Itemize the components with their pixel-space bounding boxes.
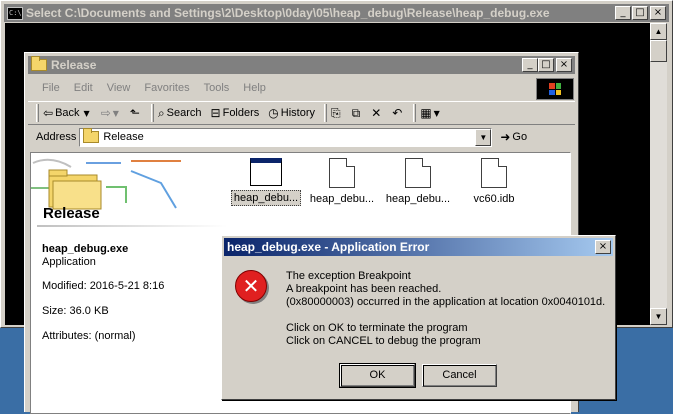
folders-label: Folders xyxy=(222,107,260,119)
go-label: Go xyxy=(512,131,528,143)
document-icon xyxy=(329,158,355,188)
file-item[interactable]: heap_debu... xyxy=(305,158,379,206)
move-to-icon: ⎘ xyxy=(331,105,341,120)
scroll-down-icon[interactable]: ▼ xyxy=(650,308,667,325)
history-label: History xyxy=(280,107,315,119)
cmd-icon: C:\ xyxy=(7,6,23,20)
dialog-title: heap_debug.exe - Application Error xyxy=(227,240,430,254)
error-icon: ✕ xyxy=(235,270,267,302)
file-item[interactable]: heap_debu... xyxy=(229,158,303,206)
console-title-bar[interactable]: C:\ Select C:\Documents and Settings\2\D… xyxy=(4,4,669,22)
error-message-line: The exception Breakpoint xyxy=(286,270,411,282)
views-icon: ▦ xyxy=(420,106,432,120)
go-button[interactable]: ➜ Go xyxy=(500,130,527,144)
forward-arrow-icon: ⇨ xyxy=(100,106,111,120)
application-icon xyxy=(250,158,282,186)
explorer-maximize-button[interactable]: □ xyxy=(538,58,554,72)
scroll-thumb[interactable] xyxy=(650,40,667,62)
menu-bar: File Edit View Favorites Tools Help xyxy=(28,78,575,98)
folder-icon xyxy=(31,56,47,71)
console-scrollbar[interactable]: ▲ ▼ xyxy=(650,23,667,325)
error-message-line: (0x80000003) occurred in the application… xyxy=(286,296,606,308)
file-item[interactable]: heap_debu... xyxy=(381,158,455,206)
selected-file-size: Size: 36.0 KB xyxy=(42,305,109,317)
search-button[interactable]: ⌕ Search xyxy=(158,106,202,121)
delete-icon: ✕ xyxy=(371,106,382,120)
selected-file-name: heap_debug.exe xyxy=(42,243,129,255)
go-arrow-icon: ➜ xyxy=(500,130,511,144)
forward-dropdown-icon[interactable]: ▼ xyxy=(113,109,119,118)
console-maximize-button[interactable]: □ xyxy=(632,6,648,20)
back-button[interactable]: ⇦ Back ▼ xyxy=(43,106,92,120)
error-message-line: Click on CANCEL to debug the program xyxy=(286,335,481,347)
console-close-button[interactable]: × xyxy=(650,6,666,20)
delete-button[interactable]: ✕ xyxy=(371,106,383,120)
error-message-line: Click on OK to terminate the program xyxy=(286,322,468,334)
selected-file-attributes: Attributes: (normal) xyxy=(42,330,136,342)
copy-to-button[interactable]: ⧉ xyxy=(352,106,363,121)
explorer-title: Release xyxy=(51,58,97,72)
toolbar-separator xyxy=(150,104,154,122)
side-panel-title: Release xyxy=(43,205,100,222)
file-label: heap_debu... xyxy=(309,193,375,205)
file-label: heap_debu... xyxy=(385,193,451,205)
explorer-close-button[interactable]: × xyxy=(556,58,572,72)
address-input[interactable]: Release ▼ xyxy=(79,127,493,147)
console-minimize-button[interactable]: _ xyxy=(615,6,631,20)
document-icon xyxy=(481,158,507,188)
search-label: Search xyxy=(166,107,202,119)
toolbar-grip[interactable] xyxy=(36,104,39,122)
move-to-button[interactable]: ⎘ xyxy=(331,106,343,121)
selected-file-modified: Modified: 2016-5-21 8:16 xyxy=(42,280,165,292)
error-message-line: A breakpoint has been reached. xyxy=(286,283,442,295)
folder-icon xyxy=(83,128,100,143)
explorer-minimize-button[interactable]: _ xyxy=(522,58,538,72)
menu-help[interactable]: Help xyxy=(243,82,266,94)
undo-button[interactable]: ↶ xyxy=(392,106,404,120)
history-button[interactable]: ◷ History xyxy=(268,106,315,120)
explorer-title-bar[interactable]: Release _ □ × xyxy=(28,56,575,74)
toolbar: ⇦ Back ▼ ⇨ ▼ ⬑ ⌕ Search ⊟ Folders ◷ Hist… xyxy=(28,101,575,125)
selected-file-type: Application xyxy=(42,256,96,268)
search-icon: ⌕ xyxy=(157,105,165,120)
file-label: vc60.idb xyxy=(473,193,515,205)
dialog-title-bar[interactable]: heap_debug.exe - Application Error × xyxy=(224,238,613,256)
cancel-button[interactable]: Cancel xyxy=(422,364,497,387)
address-value: Release xyxy=(103,131,144,143)
views-button[interactable]: ▦ ▼ xyxy=(420,106,442,120)
toolbar-separator xyxy=(413,104,417,122)
side-panel-divider xyxy=(37,225,227,227)
scroll-up-icon[interactable]: ▲ xyxy=(650,23,667,40)
forward-button[interactable]: ⇨ ▼ xyxy=(101,106,121,120)
chevron-down-icon[interactable]: ▼ xyxy=(475,128,492,146)
menu-edit[interactable]: Edit xyxy=(74,82,93,94)
back-label: Back xyxy=(55,107,80,119)
address-bar: Address Release ▼ ➜ Go xyxy=(28,126,575,148)
windows-logo-icon xyxy=(536,78,574,100)
folders-icon: ⊟ xyxy=(210,106,221,120)
views-dropdown-icon: ▼ xyxy=(433,108,440,118)
up-folder-icon: ⬑ xyxy=(129,106,140,120)
file-item[interactable]: vc60.idb xyxy=(457,158,531,206)
back-arrow-icon: ⇦ xyxy=(43,106,54,120)
folders-button[interactable]: ⊟ Folders xyxy=(211,106,260,120)
address-label: Address xyxy=(36,131,77,143)
console-title: Select C:\Documents and Settings\2\Deskt… xyxy=(26,6,550,20)
error-dialog: heap_debug.exe - Application Error × ✕ T… xyxy=(221,235,616,400)
back-dropdown-icon[interactable]: ▼ xyxy=(84,109,90,118)
undo-icon: ↶ xyxy=(392,106,403,120)
document-icon xyxy=(405,158,431,188)
toolbar-separator xyxy=(324,104,327,122)
history-icon: ◷ xyxy=(268,106,279,120)
up-folder-button[interactable]: ⬑ xyxy=(130,106,142,120)
menu-favorites[interactable]: Favorites xyxy=(144,82,189,94)
copy-to-icon: ⧉ xyxy=(351,105,361,120)
menu-view[interactable]: View xyxy=(107,82,131,94)
menu-tools[interactable]: Tools xyxy=(204,82,230,94)
file-label: heap_debu... xyxy=(230,190,302,206)
ok-button[interactable]: OK xyxy=(339,363,416,388)
menu-file[interactable]: File xyxy=(42,82,60,94)
dialog-close-button[interactable]: × xyxy=(595,240,611,254)
